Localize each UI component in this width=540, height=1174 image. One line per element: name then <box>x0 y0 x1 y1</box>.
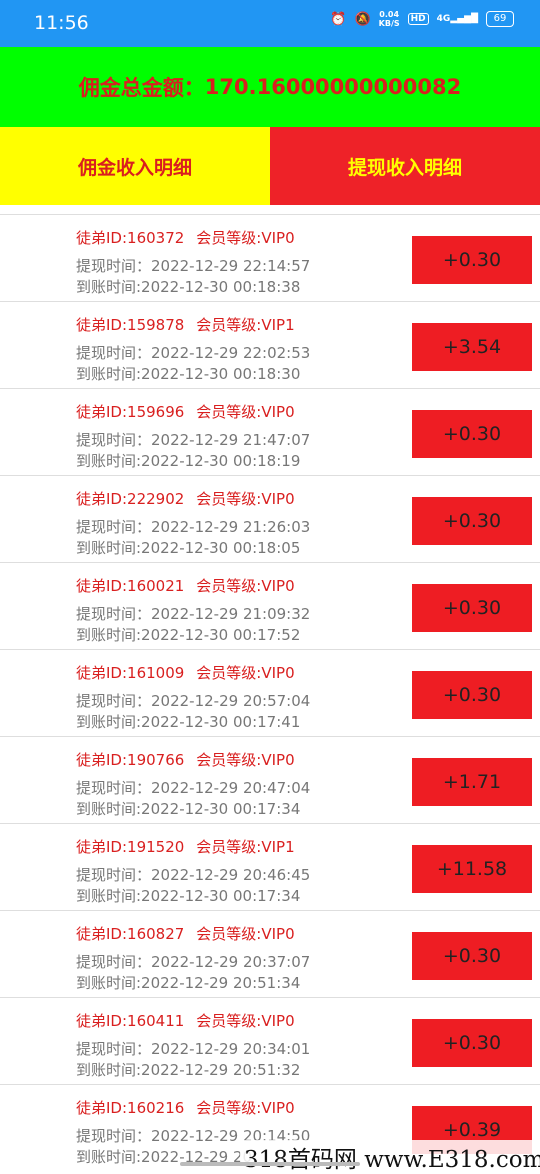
hd-icon: HD <box>407 13 429 25</box>
list-item[interactable]: 徒弟ID:191520 会员等级:VIP1 提现时间：2022-12-29 20:4… <box>0 824 540 911</box>
withdraw-time: 提现时间：2022-12-29 22:14:57 <box>76 257 311 275</box>
list-item[interactable]: 徒弟ID:160021 会员等级:VIP0 提现时间：2022-12-29 21:0… <box>0 563 540 650</box>
apprentice-id: 徒弟ID:190766 <box>76 751 185 769</box>
watermark: 318首码网 www.E318.com <box>240 1140 540 1174</box>
arrival-time: 到账时间:2022-12-30 00:17:34 <box>76 887 301 905</box>
apprentice-id: 徒弟ID:159696 <box>76 403 185 421</box>
amount-badge[interactable]: +0.30 <box>412 236 532 284</box>
arrival-time: 到账时间:2022-12-30 00:18:19 <box>76 452 301 470</box>
row-title: 徒弟ID:159696 会员等级:VIP0 <box>76 401 295 422</box>
row-title: 徒弟ID:160021 会员等级:VIP0 <box>76 575 295 596</box>
withdraw-time: 提现时间：2022-12-29 20:37:07 <box>76 953 311 971</box>
amount-badge[interactable]: +11.58 <box>412 845 532 893</box>
amount-badge[interactable]: +0.30 <box>412 671 532 719</box>
member-level: 会员等级:VIP1 <box>196 838 295 856</box>
row-title: 徒弟ID:160216 会员等级:VIP0 <box>76 1097 295 1118</box>
row-title: 徒弟ID:222902 会员等级:VIP0 <box>76 488 295 509</box>
alarm-icon: ⏰ <box>330 11 347 27</box>
withdraw-time: 提现时间：2022-12-29 20:34:01 <box>76 1040 311 1058</box>
net-speed-value: 0.04 <box>379 10 400 19</box>
member-level: 会员等级:VIP0 <box>196 229 295 247</box>
member-level: 会员等级:VIP0 <box>196 664 295 682</box>
member-level: 会员等级:VIP1 <box>196 316 295 334</box>
apprentice-id: 徒弟ID:222902 <box>76 490 185 508</box>
list-item[interactable]: 徒弟ID:190766 会员等级:VIP0 提现时间：2022-12-29 20:4… <box>0 737 540 824</box>
row-title: 徒弟ID:160827 会员等级:VIP0 <box>76 923 295 944</box>
member-level: 会员等级:VIP0 <box>196 490 295 508</box>
status-bar: 11:56 ⏰ 🔕 0.04 KB/S HD 4G▂▄▆█ 69 <box>0 0 540 47</box>
total-value: 170.16000000000082 <box>204 75 462 99</box>
arrival-time: 到账时间:2022-12-30 00:18:05 <box>76 539 301 557</box>
battery-icon: 69 <box>486 11 514 27</box>
list-item[interactable]: 徒弟ID:160827 会员等级:VIP0 提现时间：2022-12-29 20:3… <box>0 911 540 998</box>
withdraw-time: 提现时间：2022-12-29 20:46:45 <box>76 866 311 884</box>
apprentice-id: 徒弟ID:191520 <box>76 838 185 856</box>
amount-badge[interactable]: +0.30 <box>412 497 532 545</box>
arrival-time: 到账时间:2022-12-29 20:51:32 <box>76 1061 301 1079</box>
signal-icon: 4G▂▄▆█ <box>436 14 478 24</box>
status-icons: ⏰ 🔕 0.04 KB/S HD 4G▂▄▆█ 69 <box>330 10 514 28</box>
arrival-time: 到账时间:2022-12-30 00:17:52 <box>76 626 301 644</box>
row-title: 徒弟ID:190766 会员等级:VIP0 <box>76 749 295 770</box>
apprentice-id: 徒弟ID:160216 <box>76 1099 185 1117</box>
amount-badge[interactable]: +0.30 <box>412 932 532 980</box>
member-level: 会员等级:VIP0 <box>196 1099 295 1117</box>
row-title: 徒弟ID:159878 会员等级:VIP1 <box>76 314 295 335</box>
tab-withdraw-label: 提现收入明细 <box>347 156 462 179</box>
apprentice-id: 徒弟ID:160827 <box>76 925 185 943</box>
arrival-time: 到账时间:2022-12-30 00:17:34 <box>76 800 301 818</box>
arrival-time: 到账时间:2022-12-30 00:18:30 <box>76 365 301 383</box>
list-item[interactable]: 徒弟ID:161009 会员等级:VIP0 提现时间：2022-12-29 20:5… <box>0 650 540 737</box>
arrival-time: 到账时间:2022-12-30 00:17:41 <box>76 713 301 731</box>
list-item[interactable]: 徒弟ID:159696 会员等级:VIP0 提现时间：2022-12-29 21:4… <box>0 389 540 476</box>
list-item[interactable]: 徒弟ID:222902 会员等级:VIP0 提现时间：2022-12-29 21:2… <box>0 476 540 563</box>
row-title: 徒弟ID:161009 会员等级:VIP0 <box>76 662 295 683</box>
apprentice-id: 徒弟ID:159878 <box>76 316 185 334</box>
member-level: 会员等级:VIP0 <box>196 1012 295 1030</box>
commission-total-banner: 佣金总金额： 170.16000000000082 <box>0 47 540 127</box>
tab-withdraw-detail[interactable]: 提现收入明细 <box>270 127 540 205</box>
row-title: 徒弟ID:191520 会员等级:VIP1 <box>76 836 295 857</box>
member-level: 会员等级:VIP0 <box>196 403 295 421</box>
row-title: 徒弟ID:160372 会员等级:VIP0 <box>76 227 295 248</box>
withdraw-time: 提现时间：2022-12-29 21:09:32 <box>76 605 311 623</box>
row-title: 徒弟ID:160411 会员等级:VIP0 <box>76 1010 295 1031</box>
net-speed: 0.04 KB/S <box>379 10 400 28</box>
amount-badge[interactable]: +3.54 <box>412 323 532 371</box>
amount-badge[interactable]: +1.71 <box>412 758 532 806</box>
apprentice-id: 徒弟ID:160372 <box>76 229 185 247</box>
record-list[interactable]: 徒弟ID:160372 会员等级:VIP0 提现时间：2022-12-29 22:1… <box>0 205 540 1170</box>
mute-icon: 🔕 <box>354 11 371 27</box>
tab-commission-detail[interactable]: 佣金收入明细 <box>0 127 270 205</box>
apprentice-id: 徒弟ID:161009 <box>76 664 185 682</box>
list-item[interactable]: 徒弟ID:159878 会员等级:VIP1 提现时间：2022-12-29 22:0… <box>0 302 540 389</box>
arrival-time: 到账时间:2022-12-30 00:18:38 <box>76 278 301 296</box>
withdraw-time: 提现时间：2022-12-29 20:57:04 <box>76 692 311 710</box>
apprentice-id: 徒弟ID:160021 <box>76 577 185 595</box>
amount-badge[interactable]: +0.30 <box>412 410 532 458</box>
member-level: 会员等级:VIP0 <box>196 751 295 769</box>
signal-label: 4G <box>436 14 451 24</box>
withdraw-time: 提现时间：2022-12-29 21:47:07 <box>76 431 311 449</box>
withdraw-time: 提现时间：2022-12-29 22:02:53 <box>76 344 311 362</box>
withdraw-time: 提现时间：2022-12-29 21:26:03 <box>76 518 311 536</box>
withdraw-time: 提现时间：2022-12-29 20:47:04 <box>76 779 311 797</box>
tab-commission-label: 佣金收入明细 <box>77 156 192 179</box>
status-time: 11:56 <box>34 12 89 34</box>
amount-badge[interactable]: +0.30 <box>412 584 532 632</box>
arrival-time: 到账时间:2022-12-29 20:51:34 <box>76 974 301 992</box>
tab-bar: 佣金收入明细 提现收入明细 <box>0 127 540 205</box>
member-level: 会员等级:VIP0 <box>196 925 295 943</box>
home-indicator[interactable] <box>180 1162 360 1166</box>
apprentice-id: 徒弟ID:160411 <box>76 1012 185 1030</box>
amount-badge[interactable]: +0.30 <box>412 1019 532 1067</box>
net-speed-unit: KB/S <box>378 19 400 28</box>
list-item[interactable]: 徒弟ID:160411 会员等级:VIP0 提现时间：2022-12-29 20:3… <box>0 998 540 1085</box>
member-level: 会员等级:VIP0 <box>196 577 295 595</box>
list-item[interactable]: 徒弟ID:160372 会员等级:VIP0 提现时间：2022-12-29 22:1… <box>0 214 540 302</box>
total-label: 佣金总金额： <box>78 76 205 100</box>
